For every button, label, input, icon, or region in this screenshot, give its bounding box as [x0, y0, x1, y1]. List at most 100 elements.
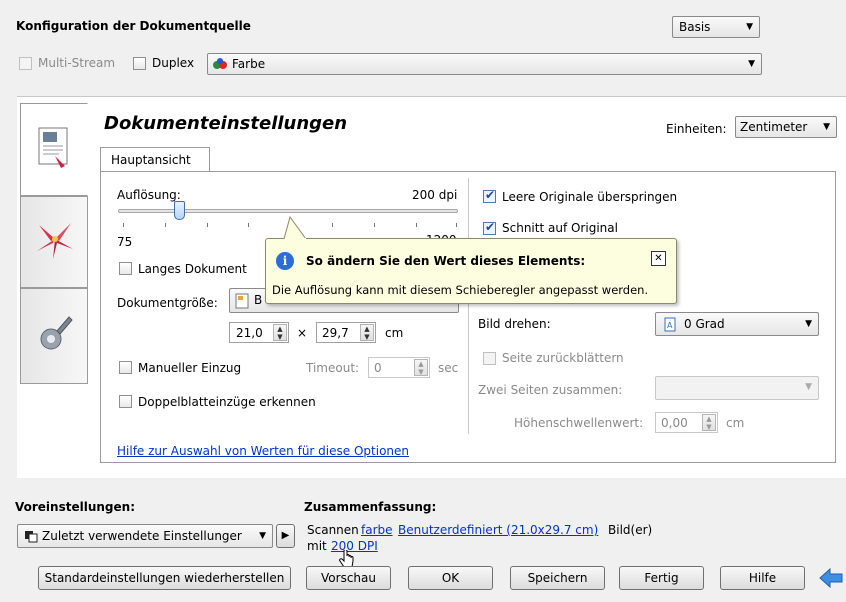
ok-button[interactable]: OK [408, 566, 493, 590]
presets-combo[interactable]: Zuletzt verwendete Einstellunger ▼ [17, 524, 273, 548]
long-document-label: Langes Dokument [138, 262, 247, 276]
double-feed-checkbox[interactable] [119, 395, 132, 408]
chevron-down-icon: ▼ [748, 59, 755, 69]
summary-size-link[interactable]: Benutzerdefiniert (21.0x29.7 cm) [398, 523, 598, 537]
times-sign: × [297, 326, 308, 340]
long-document-checkbox[interactable] [119, 262, 132, 275]
resolution-slider-track[interactable] [118, 209, 458, 213]
merge-pages-label: Zwei Seiten zusammen: [478, 383, 623, 397]
document-size-label: Dokumentgröße: [117, 296, 218, 310]
page-back-label: Seite zurückblättern [502, 351, 624, 365]
units-combo-value: Zentimeter [740, 120, 808, 134]
rotate-label: Bild drehen: [478, 317, 551, 331]
threshold-label: Höhenschwellenwert: [514, 416, 644, 430]
crop-to-original-checkbox[interactable] [483, 220, 496, 235]
width-spinner[interactable]: 21,0 ▲ ▼ [229, 322, 289, 343]
resolution-slider-thumb[interactable] [173, 201, 185, 220]
color-combo-value: Farbe [232, 57, 266, 71]
height-value: 29,7 [322, 326, 349, 340]
chevron-down-icon: ▼ [259, 531, 266, 541]
help-options-link[interactable]: Hilfe zur Auswahl von Werten für diese O… [117, 444, 409, 458]
tooltip-title: So ändern Sie den Wert dieses Elements: [306, 254, 586, 268]
threshold-spinner[interactable]: 0,00 ▲ ▼ [655, 412, 718, 433]
panel-heading: Dokumenteinstellungen [104, 113, 348, 134]
tooltip-body: Die Auflösung kann mit diesem Schiebereg… [272, 283, 649, 297]
manual-feed-checkbox[interactable] [119, 361, 132, 374]
column-divider [468, 178, 469, 434]
done-button[interactable]: Fertig [619, 566, 704, 590]
summary-label: Zusammenfassung: [304, 500, 437, 514]
document-settings-icon [35, 126, 73, 173]
preview-button[interactable]: Vorschau [306, 566, 391, 590]
summary-line1-prefix: Scannen [307, 523, 359, 537]
play-arrow-icon: ▶ [281, 530, 290, 541]
timeout-label: Timeout: [306, 361, 360, 375]
rotate-page-icon: A [664, 317, 676, 335]
info-icon: i [276, 252, 294, 270]
merge-pages-combo[interactable]: ▼ [655, 376, 819, 400]
crop-to-original-label: Schnitt auf Original [502, 221, 618, 235]
mode-combo[interactable]: Basis ▼ [672, 16, 760, 38]
document-size-value: B [254, 293, 263, 307]
back-arrow-icon[interactable] [818, 566, 844, 590]
width-value: 21,0 [236, 326, 263, 340]
duplex-checkbox[interactable] [133, 57, 146, 70]
units-combo[interactable]: Zentimeter ▼ [735, 116, 837, 138]
manual-feed-label: Manueller Einzug [138, 361, 242, 375]
multistream-checkbox[interactable] [19, 57, 32, 70]
mode-combo-value: Basis [679, 20, 711, 34]
tab-main-view-label: Hauptansicht [111, 153, 191, 167]
units-label: Einheiten: [666, 122, 727, 136]
source-config-title: Konfiguration der Dokumentquelle [16, 19, 251, 33]
restore-defaults-button[interactable]: Standardeinstellungen wiederherstellen [38, 566, 291, 590]
save-button[interactable]: Speichern [510, 566, 605, 590]
tab-main-view[interactable]: Hauptansicht [100, 147, 210, 172]
spinner-arrows-icon[interactable]: ▲ ▼ [702, 414, 716, 431]
preset-icon [24, 530, 38, 546]
page-size-icon [235, 293, 249, 312]
chevron-down-icon: ▼ [805, 382, 812, 392]
color-combo[interactable]: Farbe ▼ [207, 53, 762, 75]
summary-color-link[interactable]: farbe [361, 523, 393, 537]
threshold-unit: cm [726, 416, 745, 430]
duplex-label: Duplex [152, 56, 195, 70]
lily-flower-icon [33, 217, 77, 264]
chevron-down-icon: ▼ [746, 22, 753, 32]
presets-label: Voreinstellungen: [15, 500, 135, 514]
rotate-combo[interactable]: A 0 Grad ▼ [655, 312, 819, 336]
timeout-spinner[interactable]: 0 ▲ ▼ [368, 357, 430, 378]
timeout-value: 0 [374, 361, 382, 375]
page-back-checkbox[interactable] [483, 352, 496, 365]
tooltip-pointer [283, 216, 307, 240]
summary-line2-prefix: mit [307, 539, 327, 553]
skip-blank-label: Leere Originale überspringen [502, 190, 678, 204]
spinner-arrows-icon[interactable]: ▲ ▼ [414, 359, 428, 376]
size-unit: cm [385, 326, 404, 340]
timeout-unit: sec [438, 361, 459, 375]
tab-image-processing[interactable] [20, 196, 88, 288]
spinner-arrows-icon[interactable]: ▲ ▼ [360, 324, 374, 341]
presets-value: Zuletzt verwendete Einstellunger [42, 529, 242, 543]
wrench-gear-icon [35, 311, 75, 358]
svg-text:A: A [667, 321, 673, 330]
height-spinner[interactable]: 29,7 ▲ ▼ [316, 322, 376, 343]
help-button[interactable]: Hilfe [720, 566, 805, 590]
threshold-value: 0,00 [661, 416, 688, 430]
double-feed-label: Doppelblatteinzüge erkennen [138, 395, 316, 409]
resolution-label: Auflösung: [117, 188, 181, 202]
chevron-down-icon: ▼ [823, 122, 830, 132]
skip-blank-checkbox[interactable] [483, 188, 496, 203]
summary-line1-suffix: Bild(er) [608, 523, 653, 537]
close-icon[interactable]: ✕ [651, 251, 666, 266]
presets-menu-button[interactable]: ▶ [276, 524, 295, 548]
color-palette-icon [213, 58, 227, 70]
tab-device-settings[interactable] [20, 288, 88, 384]
multistream-label: Multi-Stream [38, 56, 116, 70]
spinner-arrows-icon[interactable]: ▲ ▼ [273, 324, 287, 341]
chevron-down-icon: ▼ [805, 319, 812, 329]
resolution-value: 200 dpi [412, 188, 458, 202]
tab-document-settings[interactable] [20, 103, 88, 196]
rotate-value: 0 Grad [684, 317, 725, 331]
help-tooltip: i So ändern Sie den Wert dieses Elements… [265, 238, 677, 304]
slider-min-label: 75 [117, 235, 133, 249]
